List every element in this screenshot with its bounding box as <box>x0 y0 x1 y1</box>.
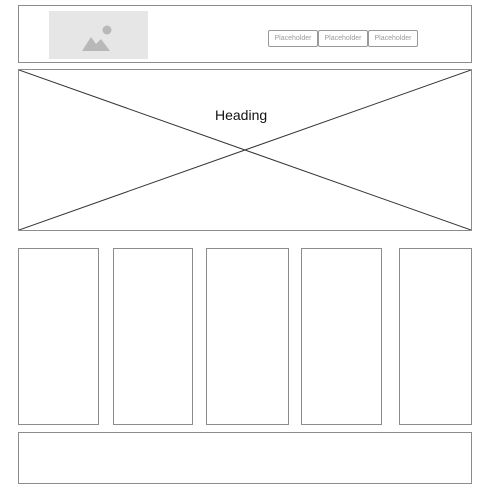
hero-heading: Heading <box>215 107 268 123</box>
content-column-5 <box>399 248 472 425</box>
logo-image-placeholder <box>49 11 148 59</box>
image-placeholder-cross <box>19 70 471 230</box>
content-column-1 <box>18 248 99 425</box>
hero-banner: Heading <box>18 69 472 231</box>
header: Placeholder Placeholder Placeholder <box>18 5 472 63</box>
content-column-4 <box>301 248 382 425</box>
nav-button-1[interactable]: Placeholder <box>268 30 318 47</box>
content-column-2 <box>113 248 193 425</box>
footer <box>18 432 472 484</box>
nav-button-2[interactable]: Placeholder <box>318 30 368 47</box>
content-column-3 <box>206 248 289 425</box>
image-placeholder-icon <box>82 25 112 51</box>
nav-button-3[interactable]: Placeholder <box>368 30 418 47</box>
